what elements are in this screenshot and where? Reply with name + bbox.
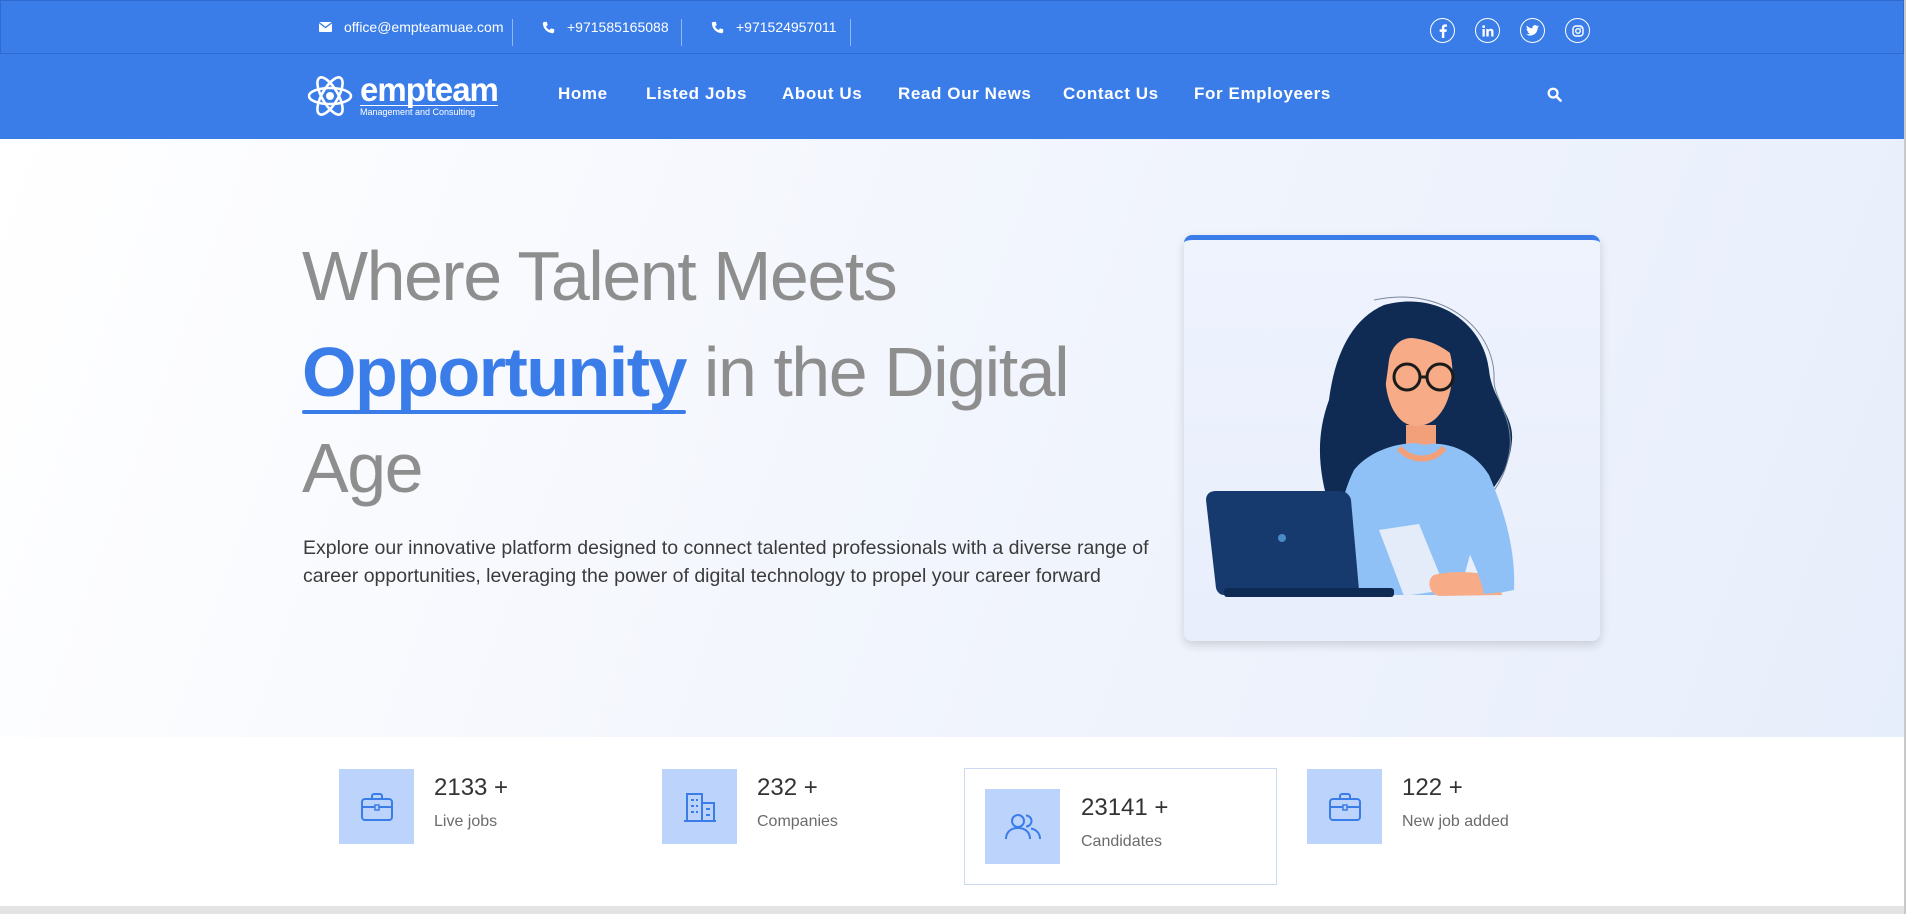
facebook-link[interactable]: [1430, 18, 1455, 43]
phone-link-1[interactable]: +971585165088: [542, 1, 669, 53]
users-icon: [1004, 813, 1041, 839]
stat-icon-box: [662, 769, 737, 844]
stat-live-jobs[interactable]: 2133 + Live jobs: [339, 769, 619, 844]
email-text: office@empteamuae.com: [344, 19, 504, 35]
stat-label: Candidates: [1081, 833, 1162, 850]
instagram-icon: [1571, 24, 1584, 37]
divider: [850, 19, 851, 46]
atom-logo-icon: [307, 76, 353, 116]
twitter-icon: [1526, 25, 1539, 36]
phone-text-1: +971585165088: [567, 19, 669, 35]
building-icon: [683, 792, 716, 822]
site-logo[interactable]: empteam Management and Consulting: [306, 70, 499, 120]
hero-description: Explore our innovative platform designed…: [303, 537, 1149, 587]
nav-listed-jobs[interactable]: Listed Jobs: [646, 84, 747, 104]
nav-home[interactable]: Home: [558, 84, 608, 104]
stat-candidates[interactable]: 23141 + Candidates: [964, 768, 1277, 885]
email-link[interactable]: office@empteamuae.com: [319, 1, 503, 53]
headline-accent: Opportunity: [302, 324, 687, 420]
facebook-icon: [1439, 23, 1447, 38]
stat-icon-box: [339, 769, 414, 844]
stat-label: Live jobs: [434, 813, 498, 830]
logo-wordmark: empteam: [360, 70, 499, 108]
phone-text-2: +971524957011: [736, 19, 837, 35]
stat-new-jobs[interactable]: 122 + New job added: [1307, 769, 1587, 844]
stat-label: New job added: [1402, 813, 1509, 830]
nav-for-employeers[interactable]: For Employeers: [1194, 84, 1331, 104]
headline-line-2: in the Digital: [685, 333, 1070, 411]
search-icon: [1547, 87, 1562, 102]
stats-section: 2133 + Live jobs 232 + Companies 23141 +: [0, 737, 1904, 914]
divider: [512, 19, 513, 46]
stat-label: Companies: [757, 813, 838, 830]
linkedin-link[interactable]: [1475, 18, 1500, 43]
hero-illustration-card: [1184, 235, 1600, 641]
stat-icon-box: [985, 789, 1060, 864]
stat-number: 23141 +: [1081, 794, 1169, 821]
browser-bottom-edge: [0, 906, 1906, 914]
stat-companies[interactable]: 232 + Companies: [662, 769, 942, 844]
hero-headline: Where Talent Meets Opportunity in the Di…: [302, 228, 1122, 516]
stat-icon-box: [1307, 769, 1382, 844]
hero-section: Where Talent Meets Opportunity in the Di…: [0, 139, 1904, 737]
headline-line-1: Where Talent Meets: [302, 237, 898, 315]
stat-number: 232 +: [757, 774, 818, 801]
stat-number: 2133 +: [434, 774, 509, 801]
envelope-icon: [319, 22, 332, 32]
phone-icon: [711, 21, 724, 33]
nav-about-us[interactable]: About Us: [782, 84, 862, 104]
twitter-link[interactable]: [1520, 18, 1545, 43]
woman-laptop-illustration: [1206, 296, 1515, 597]
divider: [681, 19, 682, 46]
phone-icon: [542, 21, 555, 33]
headline-line-3: Age: [302, 429, 424, 507]
main-navbar: empteam Management and Consulting Home L…: [0, 54, 1904, 139]
top-contact-bar: office@empteamuae.com +971585165088 +971…: [0, 0, 1904, 54]
phone-link-2[interactable]: +971524957011: [711, 1, 837, 53]
linkedin-icon: [1481, 24, 1493, 36]
instagram-link[interactable]: [1565, 18, 1590, 43]
search-button[interactable]: [1547, 87, 1565, 105]
stat-number: 122 +: [1402, 774, 1463, 801]
nav-read-our-news[interactable]: Read Our News: [898, 84, 1031, 104]
nav-contact-us[interactable]: Contact Us: [1063, 84, 1159, 104]
briefcase-icon: [360, 792, 393, 821]
briefcase-icon: [1328, 792, 1361, 821]
